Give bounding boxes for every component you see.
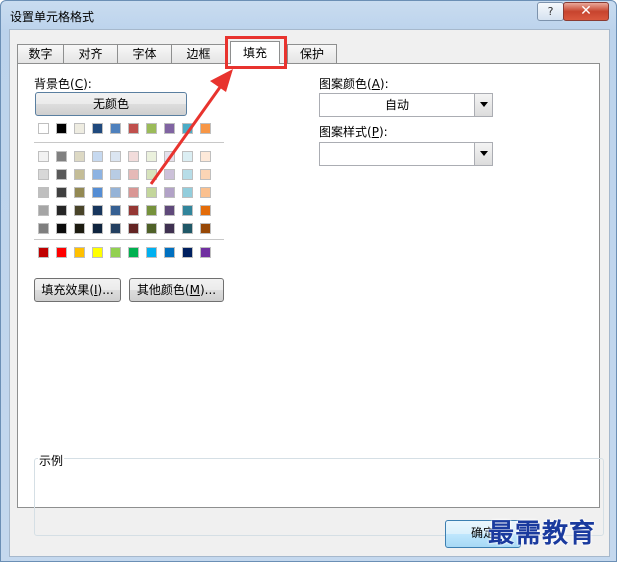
annotation-arrow [149, 69, 233, 185]
annotation-arrow-head [210, 69, 233, 92]
format-cells-dialog: 设置单元格格式 ? ✕ 数字 对齐 字体 边框 填充 保护 背景色(C): 无颜… [0, 0, 617, 562]
watermark-logo: 最需教育 [488, 519, 597, 549]
annotation-arrow-line [149, 82, 225, 185]
